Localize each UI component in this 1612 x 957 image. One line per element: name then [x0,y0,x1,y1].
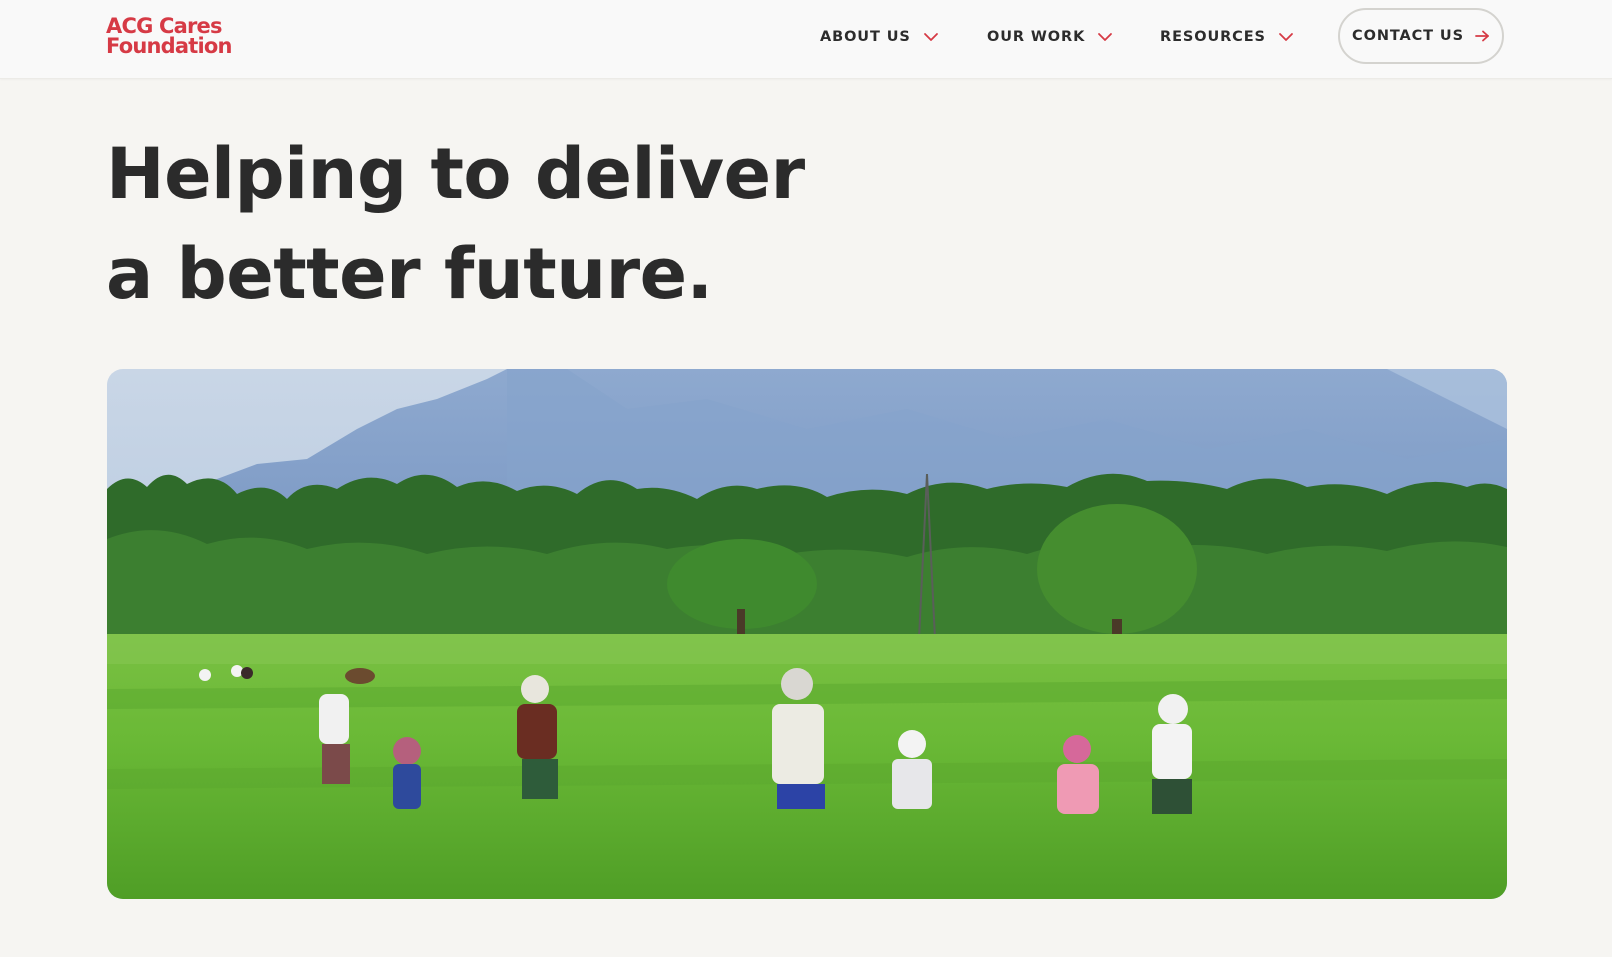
nav-our-work[interactable]: OUR WORK [987,0,1113,74]
chevron-down-icon [923,33,938,41]
nav-about-us[interactable]: ABOUT US [820,0,939,74]
nav-resources[interactable]: RESOURCES [1160,0,1294,74]
logo-line-2: Foundation [106,34,232,58]
chevron-down-icon [1098,33,1113,41]
acg-cares-logo[interactable]: ACG Cares Foundation [106,14,232,58]
nav-about-us-label: ABOUT US [820,29,911,45]
contact-us-button[interactable]: CONTACT US [1338,8,1504,64]
nav-resources-label: RESOURCES [1160,29,1266,45]
nav-our-work-label: OUR WORK [987,29,1086,45]
logo-line-1: ACG Cares [106,14,223,38]
arrow-right-icon [1475,30,1489,42]
hero-image [107,369,1507,899]
rice-field-photo [107,369,1507,899]
site-header: ACG Cares Foundation ABOUT US OUR WORK R… [0,0,1612,79]
chevron-down-icon [1278,33,1293,41]
contact-us-label: CONTACT US [1352,28,1464,44]
hero-title: Helping to deliver a better future. [106,133,805,315]
